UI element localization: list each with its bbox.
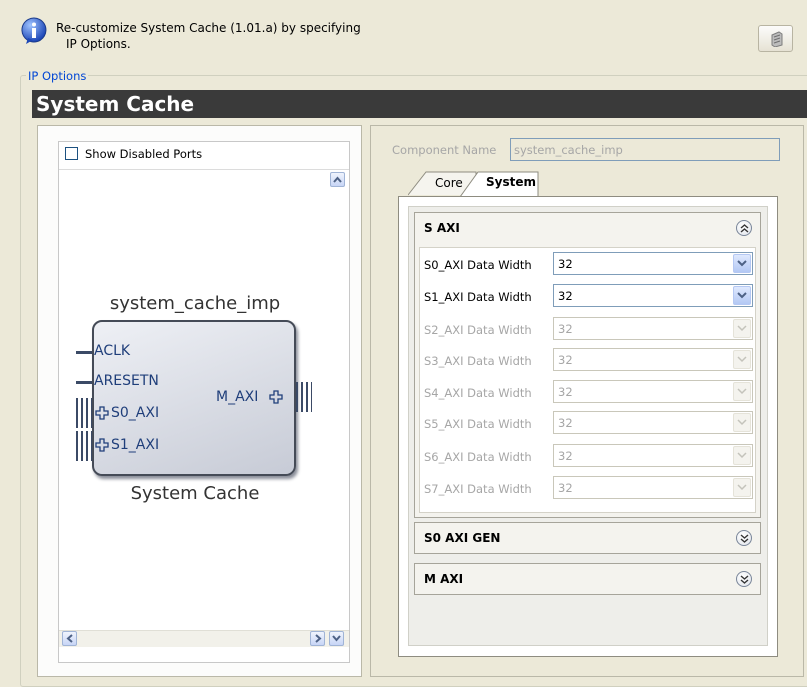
symbol-divider: [59, 169, 349, 170]
plus-port-icon: [269, 390, 283, 407]
section-m-axi-title: M AXI: [424, 572, 464, 586]
row-s3-axi-data-width: S3_AXI Data Width 32: [415, 348, 760, 374]
section-s-axi-title: S AXI: [424, 221, 460, 235]
chevron-down-icon: [332, 635, 341, 642]
expand-icon[interactable]: [736, 530, 752, 546]
dropdown-arrow-icon: [733, 382, 751, 401]
chevron-right-icon: [315, 634, 322, 643]
header: Re-customize System Cache (1.01.a) by sp…: [0, 0, 807, 66]
info-icon: [21, 17, 47, 44]
scroll-down-button[interactable]: [329, 631, 344, 646]
header-line-1: Re-customize System Cache (1.01.a) by sp…: [56, 21, 361, 35]
scroll-up-button[interactable]: [330, 172, 345, 187]
port-s0-axi: S0_AXI: [111, 405, 160, 421]
row-s1-axi-data-width: S1_AXI Data Width 32: [415, 284, 760, 310]
tab-system-label: System: [486, 175, 536, 189]
chevron-up-icon: [333, 176, 342, 183]
ip-options-label: IP Options: [26, 69, 89, 83]
section-s0-axi-gen-header[interactable]: S0 AXI GEN: [415, 523, 760, 553]
header-line-2: IP Options.: [66, 37, 131, 51]
s0-axi-data-width-select[interactable]: 32: [553, 252, 753, 275]
port-aclk: ACLK: [94, 343, 131, 359]
dropdown-arrow-icon: [733, 319, 751, 338]
expand-icon[interactable]: [736, 571, 752, 587]
port-m-axi: M_AXI: [216, 389, 259, 405]
scroll-right-button[interactable]: [310, 631, 325, 646]
instance-name: system_cache_imp: [109, 293, 281, 314]
s6-axi-data-width-select: 32: [553, 444, 753, 467]
dropdown-arrow-icon[interactable]: [733, 286, 751, 305]
block-name: System Cache: [130, 483, 260, 504]
port-aresetn: ARESETN: [94, 373, 159, 389]
horizontal-scrollbar[interactable]: [59, 630, 349, 647]
plus-port-icon: [95, 406, 109, 423]
section-m-axi-header[interactable]: M AXI: [415, 564, 760, 594]
section-m-axi[interactable]: M AXI: [414, 563, 761, 595]
chevron-left-icon: [66, 634, 73, 643]
dropdown-arrow-icon[interactable]: [733, 254, 751, 273]
component-name-field[interactable]: system_cache_imp: [510, 138, 780, 161]
section-s0-axi-gen[interactable]: S0 AXI GEN: [414, 522, 761, 554]
scroll-left-button[interactable]: [62, 631, 77, 646]
section-s-axi: S AXI S0_AXI Data Width 32 S1_AXI Data W…: [414, 212, 761, 518]
dropdown-arrow-icon: [733, 446, 751, 465]
s7-axi-data-width-select: 32: [553, 476, 753, 499]
s4-axi-data-width-select: 32: [553, 380, 753, 403]
component-name-label: Component Name: [392, 143, 497, 157]
row-s6-axi-data-width: S6_AXI Data Width 32: [415, 444, 760, 470]
row-s5-axi-data-width: S5_AXI Data Width 32: [415, 411, 760, 437]
row-s0-axi-data-width: S0_AXI Data Width 32: [415, 252, 760, 278]
row-s2-axi-data-width: S2_AXI Data Width 32: [415, 317, 760, 343]
show-disabled-ports-label: Show Disabled Ports: [85, 147, 203, 161]
dropdown-arrow-icon: [733, 413, 751, 432]
tab-core-label: Core: [435, 176, 463, 190]
row-s7-axi-data-width: S7_AXI Data Width 32: [415, 476, 760, 502]
page-title: System Cache: [32, 90, 807, 118]
dropdown-arrow-icon: [733, 350, 751, 369]
document-icon: [769, 31, 785, 50]
s1-axi-data-width-select[interactable]: 32: [553, 284, 753, 307]
s5-axi-data-width-select: 32: [553, 411, 753, 434]
component-name-value: system_cache_imp: [514, 143, 623, 157]
section-s-axi-header[interactable]: S AXI: [415, 213, 760, 243]
s2-axi-data-width-select: 32: [553, 317, 753, 340]
plus-port-icon: [95, 438, 109, 455]
collapse-icon[interactable]: [736, 220, 752, 236]
port-s1-axi: S1_AXI: [111, 437, 160, 453]
document-button[interactable]: [758, 25, 793, 52]
dropdown-arrow-icon: [733, 478, 751, 497]
row-s4-axi-data-width: S4_AXI Data Width 32: [415, 380, 760, 406]
section-s0-axi-gen-title: S0 AXI GEN: [424, 531, 501, 545]
tab-system[interactable]: System: [460, 170, 540, 198]
s3-axi-data-width-select: 32: [553, 348, 753, 371]
show-disabled-ports-checkbox[interactable]: [65, 147, 78, 160]
